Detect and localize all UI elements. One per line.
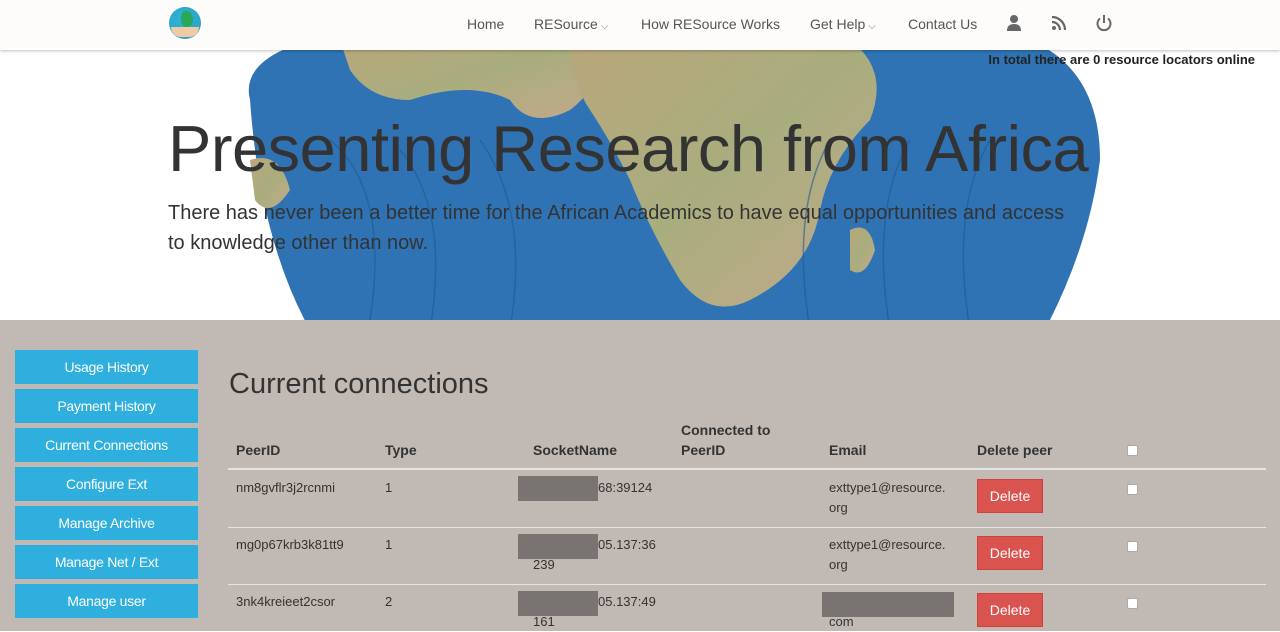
delete-button[interactable]: Delete	[977, 479, 1043, 513]
nav-how-label: How RESource Works	[641, 16, 781, 32]
hero-subtitle: There has never been a better time for t…	[168, 202, 1065, 254]
cell-peerid: mg0p67krb3k81tt9	[236, 537, 344, 552]
cell-type: 1	[385, 480, 393, 495]
nav-contact-us[interactable]: Contact Us	[908, 16, 977, 32]
nav-home-label: Home	[467, 16, 505, 32]
nav-resource[interactable]: RESource ⌵	[534, 16, 608, 32]
sidebar-manage-net-ext-button[interactable]: Manage Net / Ext	[15, 545, 198, 579]
top-navbar: Home RESource ⌵ How RESource Works Get He…	[0, 0, 1280, 50]
nav-home[interactable]: Home	[467, 16, 504, 32]
row-checkbox[interactable]	[1127, 484, 1138, 495]
hero-title: Presenting Research from Africa	[168, 112, 1089, 185]
row-checkbox[interactable]	[1127, 598, 1138, 609]
header-email: Email	[829, 442, 867, 458]
header-type: Type	[385, 442, 417, 458]
cell-socketname: 05.137:49	[598, 594, 656, 609]
cell-socketname-cont: 161	[533, 614, 555, 629]
power-icon[interactable]	[1095, 14, 1113, 32]
cell-socketname: 05.137:36	[598, 537, 656, 552]
nav-how-resource-works[interactable]: How RESource Works	[641, 16, 780, 32]
cell-peerid: nm8gvflr3j2rcnmi	[236, 480, 335, 495]
cell-email: exttype1@resource.	[829, 480, 946, 495]
page-title: Current connections	[229, 368, 489, 400]
redacted-block	[518, 534, 598, 559]
header-socketname: SocketName	[533, 442, 618, 458]
select-all-checkbox[interactable]	[1127, 445, 1138, 456]
sidebar-manage-archive-button[interactable]: Manage Archive	[15, 506, 198, 540]
delete-button[interactable]: Delete	[977, 536, 1043, 570]
row-divider	[228, 527, 1266, 528]
row-checkbox[interactable]	[1127, 541, 1138, 552]
cell-type: 2	[385, 594, 393, 609]
sidebar-current-connections-button[interactable]: Current Connections	[15, 428, 198, 462]
header-divider	[228, 468, 1266, 470]
redacted-block	[518, 476, 598, 501]
sidebar-configure-ext-button[interactable]: Configure Ext	[15, 467, 198, 501]
header-connected-to-peerid: PeerID	[681, 442, 726, 458]
user-icon[interactable]	[1005, 14, 1023, 32]
rss-icon[interactable]	[1050, 14, 1068, 32]
cell-email-cont: org	[829, 557, 848, 572]
cell-email: exttype1@resource.	[829, 537, 946, 552]
delete-button[interactable]: Delete	[977, 593, 1043, 627]
cell-email-cont: com	[829, 614, 854, 629]
nav-contact-label: Contact Us	[908, 16, 978, 32]
header-connected-to: Connected to	[681, 422, 771, 438]
header-peerid: PeerID	[236, 442, 281, 458]
nav-resource-label: RESource	[534, 16, 598, 32]
cell-type: 1	[385, 537, 393, 552]
online-status-text: In total there are 0 resource locators o…	[988, 52, 1255, 67]
sidebar-usage-history-button[interactable]: Usage History	[15, 350, 198, 384]
nav-get-help[interactable]: Get Help ⌵	[810, 16, 876, 32]
cell-socketname-cont: 239	[533, 557, 555, 572]
header-delete-peer: Delete peer	[977, 442, 1053, 458]
row-divider	[228, 584, 1266, 585]
cell-peerid: 3nk4kreieet2csor	[236, 594, 335, 609]
cell-email-cont: org	[829, 500, 848, 515]
logo-icon[interactable]	[169, 7, 201, 39]
cell-socketname: 68:39124	[598, 480, 653, 495]
redacted-block	[518, 591, 598, 616]
sidebar-payment-history-button[interactable]: Payment History	[15, 389, 198, 423]
sidebar-manage-user-button[interactable]: Manage user	[15, 584, 198, 618]
chevron-down-icon: ⌵	[600, 21, 609, 32]
chevron-down-icon: ⌵	[868, 21, 876, 32]
nav-get-help-label: Get Help	[810, 16, 866, 32]
